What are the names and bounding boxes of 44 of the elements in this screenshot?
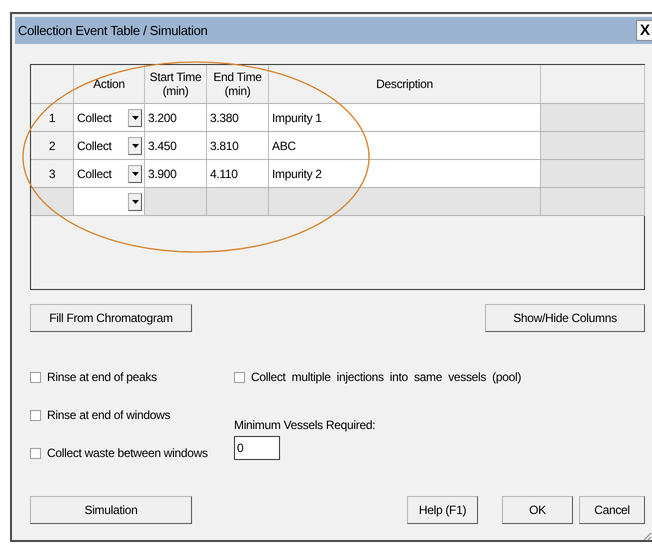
table-cell[interactable]: Impurity 2	[269, 160, 541, 188]
dropdown-button[interactable]	[128, 164, 142, 182]
table-cell[interactable]: 3.810	[207, 132, 269, 160]
checkbox-label: Rinse at end of peaks	[47, 370, 157, 384]
dropdown-button[interactable]	[128, 108, 142, 126]
checkbox-label: Collect multiple injections into same vessels (pool)	[251, 370, 522, 384]
column-header[interactable]: Description	[269, 65, 541, 104]
caret-icon	[132, 200, 138, 204]
field-label: Minimum Vessels Required:	[234, 418, 376, 432]
checkbox[interactable]	[30, 448, 41, 458]
button[interactable]: Cancel	[579, 496, 645, 524]
caret-icon	[132, 172, 138, 176]
checkbox[interactable]	[30, 410, 41, 420]
row-number: 1	[31, 104, 74, 132]
close-button[interactable]: X	[636, 20, 652, 41]
column-header[interactable]: Start Time (min)	[145, 65, 207, 104]
table-cell[interactable]: 3.200	[145, 104, 207, 132]
caret-icon	[132, 144, 138, 148]
table-cell	[207, 188, 269, 216]
button[interactable]: Show/Hide Columns	[485, 304, 645, 332]
checkbox[interactable]	[30, 372, 41, 382]
table-cell[interactable]: Impurity 1	[269, 104, 541, 132]
button[interactable]: Fill From Chromatogram	[30, 304, 192, 332]
input-field[interactable]: 0	[234, 436, 280, 460]
table-cell[interactable]: ABC	[269, 132, 541, 160]
resize-grip-icon[interactable]	[642, 530, 652, 540]
button[interactable]: OK	[502, 496, 573, 524]
button[interactable]: Simulation	[30, 496, 192, 524]
caret-icon	[132, 116, 138, 120]
checkbox-label: Collect waste between windows	[47, 446, 208, 460]
row-number: 2	[31, 132, 74, 160]
column-header[interactable]: End Time (min)	[207, 65, 269, 104]
dropdown-button[interactable]	[128, 192, 142, 210]
table-cell[interactable]: 4.110	[207, 160, 269, 188]
checkbox-label: Rinse at end of windows	[47, 408, 170, 422]
dropdown-button[interactable]	[128, 136, 142, 154]
button[interactable]: Help (F1)	[407, 496, 478, 524]
column-header[interactable]: Action	[74, 65, 145, 104]
table-cell[interactable]: 3.450	[145, 132, 207, 160]
checkbox[interactable]	[234, 372, 245, 382]
window-title: Collection Event Table / Simulation	[17, 23, 208, 38]
row-number: 3	[31, 160, 74, 188]
table-cell[interactable]: 3.900	[145, 160, 207, 188]
table-cell[interactable]: 3.380	[207, 104, 269, 132]
